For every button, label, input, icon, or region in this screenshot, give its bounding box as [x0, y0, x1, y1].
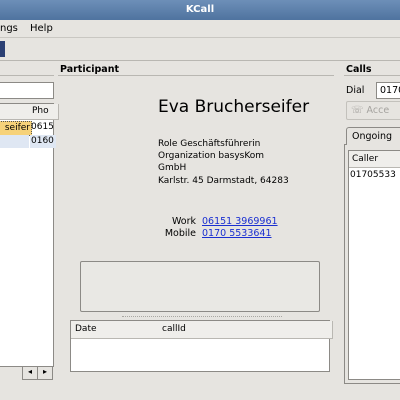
participant-organization: Organization basysKom: [158, 151, 265, 161]
mobile-label: Mobile: [164, 228, 196, 239]
history-header-callid[interactable]: callId: [159, 321, 333, 339]
calls-header-caller[interactable]: Caller: [349, 151, 400, 168]
history-header-date[interactable]: Date: [71, 321, 164, 339]
contact-row-name[interactable]: [0, 135, 29, 148]
accept-button[interactable]: ☏ Acce: [346, 101, 400, 120]
dial-input[interactable]: 0170: [376, 82, 400, 99]
scroll-right-icon[interactable]: ▸: [37, 366, 53, 380]
contact-search-input[interactable]: [0, 82, 54, 99]
scroll-left-icon[interactable]: ◂: [22, 366, 38, 380]
participant-role: Role Geschäftsführerin: [158, 139, 261, 149]
accept-button-label: Acce: [366, 105, 390, 116]
contact-row-name[interactable]: seifer: [0, 121, 32, 136]
toolbar: [0, 38, 400, 61]
tab-ongoing-label: Ongoing: [352, 131, 393, 142]
splitter-handle[interactable]: [122, 316, 282, 318]
call-history-table[interactable]: Date callId: [70, 320, 333, 372]
contact-table-header-phone[interactable]: Pho: [29, 104, 59, 120]
mobile-phone-link[interactable]: 0170 5533641: [202, 228, 272, 239]
participant-organization-suffix: GmbH: [158, 163, 187, 173]
participant-address: Karlstr. 45 Darmstadt, 64283: [158, 176, 289, 186]
contact-table[interactable]: Pho seifer 0615 0160: [0, 103, 59, 367]
toolbar-button[interactable]: [0, 41, 5, 57]
participant-header: Participant: [60, 64, 120, 75]
contact-row-phone[interactable]: 0160: [30, 135, 56, 148]
work-label: Work: [171, 216, 196, 227]
dial-label: Dial: [346, 85, 365, 96]
ongoing-calls-table[interactable]: Caller 01705533: [348, 150, 400, 380]
menu-bar: ngs Help: [0, 20, 400, 38]
left-header-divider: [0, 75, 54, 76]
call-row-caller[interactable]: 01705533: [350, 169, 400, 182]
menu-settings[interactable]: ngs: [0, 23, 18, 34]
participant-notes[interactable]: [80, 261, 320, 312]
phone-accept-icon: ☏: [351, 105, 364, 116]
calls-header: Calls: [346, 64, 372, 75]
participant-header-divider: [58, 75, 334, 76]
window-titlebar: KCall: [0, 0, 400, 20]
contact-row-phone[interactable]: 0615: [30, 121, 56, 134]
window-title: KCall: [185, 4, 215, 15]
calls-header-divider: [344, 75, 400, 76]
contact-table-scrollbar[interactable]: ◂ ▸: [22, 366, 53, 380]
menu-help[interactable]: Help: [30, 23, 53, 34]
participant-name: Eva Brucherseifer: [158, 97, 310, 117]
tab-ongoing[interactable]: Ongoing: [346, 127, 400, 145]
work-phone-link[interactable]: 06151 3969961: [202, 216, 278, 227]
